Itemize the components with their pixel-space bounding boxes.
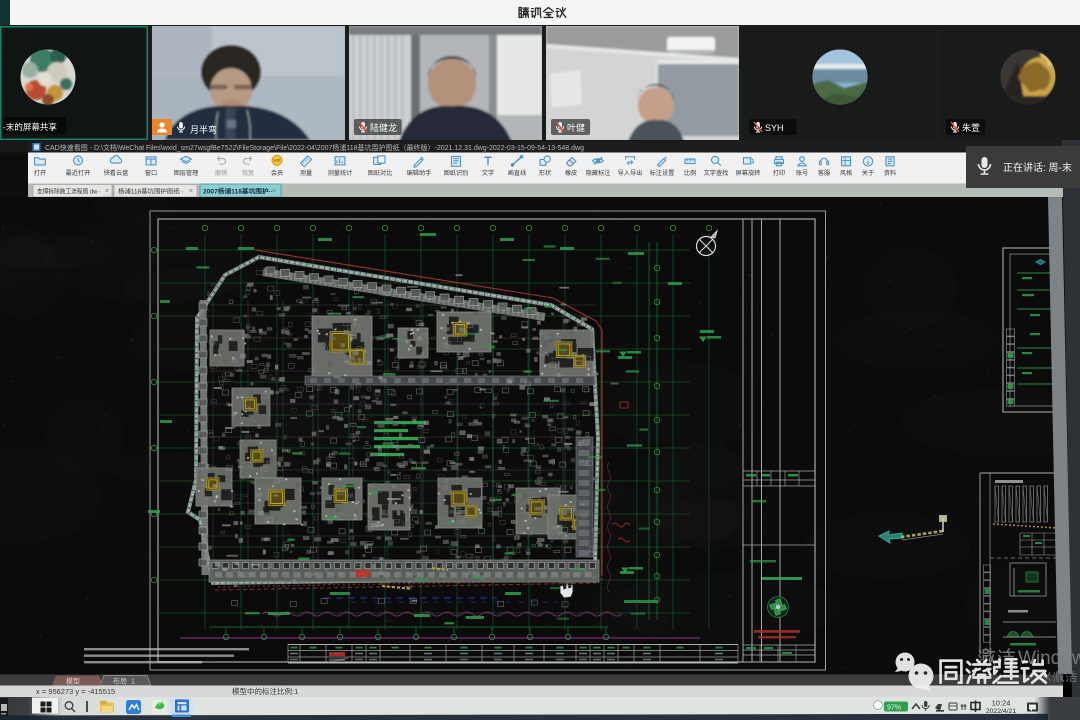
svg-text:会员: 会员 bbox=[271, 169, 283, 177]
svg-text:账号: 账号 bbox=[796, 169, 808, 177]
svg-text:橡皮: 橡皮 bbox=[565, 169, 577, 177]
svg-text:97%: 97% bbox=[887, 705, 901, 712]
svg-text:撤销: 撤销 bbox=[215, 169, 227, 177]
svg-text:文字: 文字 bbox=[482, 169, 494, 177]
svg-text:2022/4/21: 2022/4/21 bbox=[986, 708, 1016, 715]
svg-text:图纸对比: 图纸对比 bbox=[368, 169, 393, 177]
svg-text:窗口: 窗口 bbox=[145, 169, 157, 177]
svg-text:测量: 测量 bbox=[300, 169, 312, 177]
svg-text:标注设置: 标注设置 bbox=[650, 169, 675, 177]
svg-text:10:24: 10:24 bbox=[992, 699, 1011, 708]
svg-text:屏幕旋转: 屏幕旋转 bbox=[736, 169, 761, 177]
svg-text:资料: 资料 bbox=[884, 169, 896, 177]
svg-text:模型中的标注比例:1: 模型中的标注比例:1 bbox=[232, 686, 298, 696]
svg-text:隐藏标注: 隐藏标注 bbox=[586, 169, 611, 177]
svg-text:关于: 关于 bbox=[862, 169, 874, 177]
svg-text:布局: 布局 bbox=[113, 677, 127, 686]
svg-text:Windows: Windows bbox=[1018, 648, 1080, 669]
svg-text:最近打开: 最近打开 bbox=[66, 169, 91, 177]
svg-text:2007杨浦118基坑围护··: 2007杨浦118基坑围护·· bbox=[203, 188, 273, 196]
svg-text:月半弯: 月半弯 bbox=[190, 124, 217, 135]
svg-text:打开: 打开 bbox=[34, 169, 46, 177]
svg-text:支撑拆除施工流程图 dw··: 支撑拆除施工流程图 dw·· bbox=[37, 188, 101, 196]
svg-text:CAD快速看图 - D:\文档\WeChat Files\w: CAD快速看图 - D:\文档\WeChat Files\wxid_sm27ws… bbox=[45, 143, 584, 152]
svg-text:编辑助手: 编辑助手 bbox=[407, 169, 432, 177]
svg-text:正在讲话: 周-末: 正在讲话: 周-末 bbox=[1003, 161, 1072, 174]
svg-text:测量统计: 测量统计 bbox=[328, 169, 353, 177]
svg-text:画直线: 画直线 bbox=[508, 169, 527, 177]
svg-text:恢复: 恢复 bbox=[242, 169, 254, 177]
svg-text:形状: 形状 bbox=[539, 169, 552, 177]
svg-text:x = 956273 y = -415515: x = 956273 y = -415515 bbox=[36, 687, 115, 696]
svg-text:×: × bbox=[272, 188, 276, 195]
svg-text:快看云盘: 快看云盘 bbox=[104, 169, 129, 177]
svg-text:模型: 模型 bbox=[66, 677, 80, 686]
svg-text:文字查找: 文字查找 bbox=[704, 169, 729, 177]
svg-text:叶健: 叶健 bbox=[567, 122, 585, 133]
svg-text:比例: 比例 bbox=[684, 169, 696, 177]
svg-text:陆健龙: 陆健龙 bbox=[370, 122, 397, 133]
svg-text:VIP: VIP bbox=[273, 158, 280, 163]
svg-text:×: × bbox=[189, 188, 193, 195]
svg-text:图纸识别: 图纸识别 bbox=[444, 169, 469, 177]
svg-text:朱萱: 朱萱 bbox=[962, 122, 980, 133]
svg-text:客服: 客服 bbox=[818, 169, 830, 177]
svg-text:打印: 打印 bbox=[773, 169, 785, 177]
svg-text:图层管理: 图层管理 bbox=[174, 169, 199, 177]
svg-text:SYH: SYH bbox=[765, 123, 784, 133]
svg-text:风格: 风格 bbox=[840, 169, 853, 177]
svg-text:1: 1 bbox=[131, 679, 135, 686]
svg-text:导入导出: 导入导出 bbox=[618, 169, 643, 177]
svg-text:-末的屏幕共享: -末的屏幕共享 bbox=[3, 122, 57, 132]
